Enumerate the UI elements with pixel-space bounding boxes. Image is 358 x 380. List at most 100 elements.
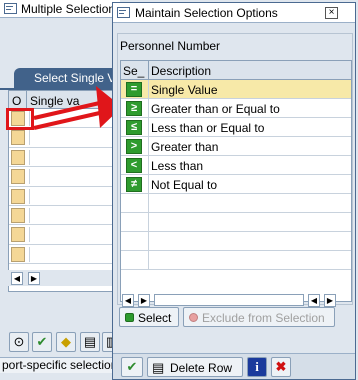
list-item[interactable]: < Less than (121, 156, 351, 175)
select-button[interactable]: Select (119, 307, 179, 327)
personnel-number-group: Personnel Number Se_ Description = Single… (117, 33, 353, 308)
column-header-single-value[interactable]: Single va (30, 94, 79, 108)
select-button-label: Select (138, 311, 172, 325)
selection-options-table: Se_ Description = Single Value ≥ Greater th… (120, 60, 352, 302)
exclude-from-selection-button[interactable]: Exclude from Selection (183, 307, 335, 327)
dialog-footer: ✔ ▤ Delete Row i ✖ (113, 353, 355, 379)
cancel-icon[interactable]: ✖ (271, 357, 291, 377)
table-row[interactable] (9, 167, 121, 187)
list-item[interactable]: ≤ Less than or Equal to (121, 118, 351, 137)
column-divider (148, 232, 149, 251)
single-value-cell[interactable] (29, 207, 121, 223)
row-selector[interactable] (11, 246, 25, 262)
table-rows: = Single Value ≥ Greater than or Equal to ≤ L… (121, 80, 351, 270)
single-value-cell[interactable] (29, 111, 121, 126)
scroll-right-icon[interactable]: ▶ (324, 294, 336, 307)
column-header-sign[interactable]: Se_ (123, 64, 144, 78)
option-description: Single Value (151, 83, 218, 97)
options-icon[interactable]: ◆ (56, 332, 76, 352)
background-window-titlebar: Multiple Selection (0, 0, 120, 18)
single-value-cell[interactable] (29, 130, 121, 146)
delete-row-label: Delete Row (170, 361, 233, 375)
single-value-cell[interactable] (29, 149, 121, 165)
scroll-left-icon[interactable]: ◀ (122, 294, 134, 307)
list-item[interactable]: > Greater than (121, 137, 351, 156)
column-header-option[interactable]: O (12, 94, 21, 108)
single-value-cell[interactable] (29, 188, 121, 204)
table-row[interactable] (9, 225, 121, 245)
column-header-description[interactable]: Description (151, 64, 211, 78)
sign-option-icon: ≤ (126, 120, 142, 135)
delete-row-icon: ▤ (152, 360, 165, 375)
list-item[interactable]: = Single Value (121, 80, 351, 99)
row-selector[interactable] (11, 188, 25, 204)
check-icon[interactable]: ✔ (32, 332, 52, 352)
dialog-titlebar[interactable]: Maintain Selection Options × (113, 3, 355, 23)
scroll-left-icon[interactable]: ◀ (11, 272, 23, 285)
list-item[interactable]: ≠ Not Equal to (121, 175, 351, 194)
empty-row (121, 213, 351, 232)
empty-row (121, 194, 351, 213)
single-value-cell[interactable] (29, 246, 121, 262)
column-divider (148, 61, 149, 80)
column-divider (148, 251, 149, 270)
scroll-right-icon[interactable]: ▶ (138, 294, 150, 307)
status-bar: port-specific selection (0, 357, 120, 373)
single-value-cell[interactable] (29, 227, 121, 243)
row-selector[interactable] (11, 130, 25, 146)
horizontal-scrollbar[interactable]: ◀ ▶ (8, 270, 120, 286)
single-value-cell[interactable] (29, 169, 121, 185)
table-row[interactable] (9, 206, 121, 226)
scroll-left-icon[interactable]: ◀ (308, 294, 320, 307)
column-divider (148, 137, 149, 156)
red-circle-icon (189, 313, 198, 322)
option-description: Greater than or Equal to (151, 102, 280, 116)
delete-row-button[interactable]: ▤ Delete Row (147, 357, 243, 377)
column-divider (148, 118, 149, 137)
column-divider (148, 175, 149, 194)
group-label: Personnel Number (120, 39, 221, 53)
tab-select-single-values[interactable]: Select Single Values (14, 68, 143, 88)
table-header: O Single va (9, 91, 121, 109)
background-window-title: Multiple Selection (21, 2, 116, 16)
option-description: Less than or Equal to (151, 121, 265, 135)
option-description: Not Equal to (151, 178, 218, 192)
column-divider (26, 91, 27, 109)
scroll-right-icon[interactable]: ▶ (28, 272, 40, 285)
dialog-title: Maintain Selection Options (135, 6, 278, 20)
table-header: Se_ Description (121, 61, 351, 80)
row-selector[interactable] (11, 169, 25, 185)
empty-row (121, 251, 351, 270)
empty-row (121, 232, 351, 251)
confirm-check-icon[interactable]: ✔ (121, 357, 143, 377)
scrollbar-thumb[interactable] (154, 294, 304, 306)
horizontal-scrollbar[interactable]: ◀ ▶ ◀ ▶ (118, 292, 350, 308)
row-selector[interactable] (11, 227, 25, 243)
info-icon[interactable]: i (247, 357, 267, 377)
row-selector[interactable] (11, 149, 25, 165)
table-rows (9, 109, 121, 265)
window-icon (4, 3, 17, 14)
list-item[interactable]: ≥ Greater than or Equal to (121, 99, 351, 118)
sign-option-icon: < (126, 158, 142, 173)
insert-row-icon[interactable]: ▤ (80, 332, 100, 352)
table-row[interactable] (9, 128, 121, 148)
row-selector[interactable] (11, 207, 25, 223)
option-description: Greater than (151, 140, 219, 154)
exclude-button-label: Exclude from Selection (202, 311, 325, 325)
sign-option-icon: ≥ (126, 101, 142, 116)
column-divider (148, 156, 149, 175)
table-row[interactable] (9, 245, 121, 265)
table-row[interactable] (9, 148, 121, 168)
column-divider (148, 194, 149, 213)
column-divider (148, 80, 149, 99)
sign-option-icon: = (126, 82, 142, 97)
highlight-box (6, 108, 34, 130)
green-square-icon (125, 313, 134, 322)
sign-option-icon: ≠ (126, 177, 142, 192)
maintain-selection-options-dialog: Maintain Selection Options × Personnel N… (112, 2, 356, 380)
close-icon[interactable]: × (325, 7, 338, 19)
execute-icon[interactable]: ⊙ (9, 332, 29, 352)
table-row[interactable] (9, 187, 121, 206)
column-divider (148, 213, 149, 232)
